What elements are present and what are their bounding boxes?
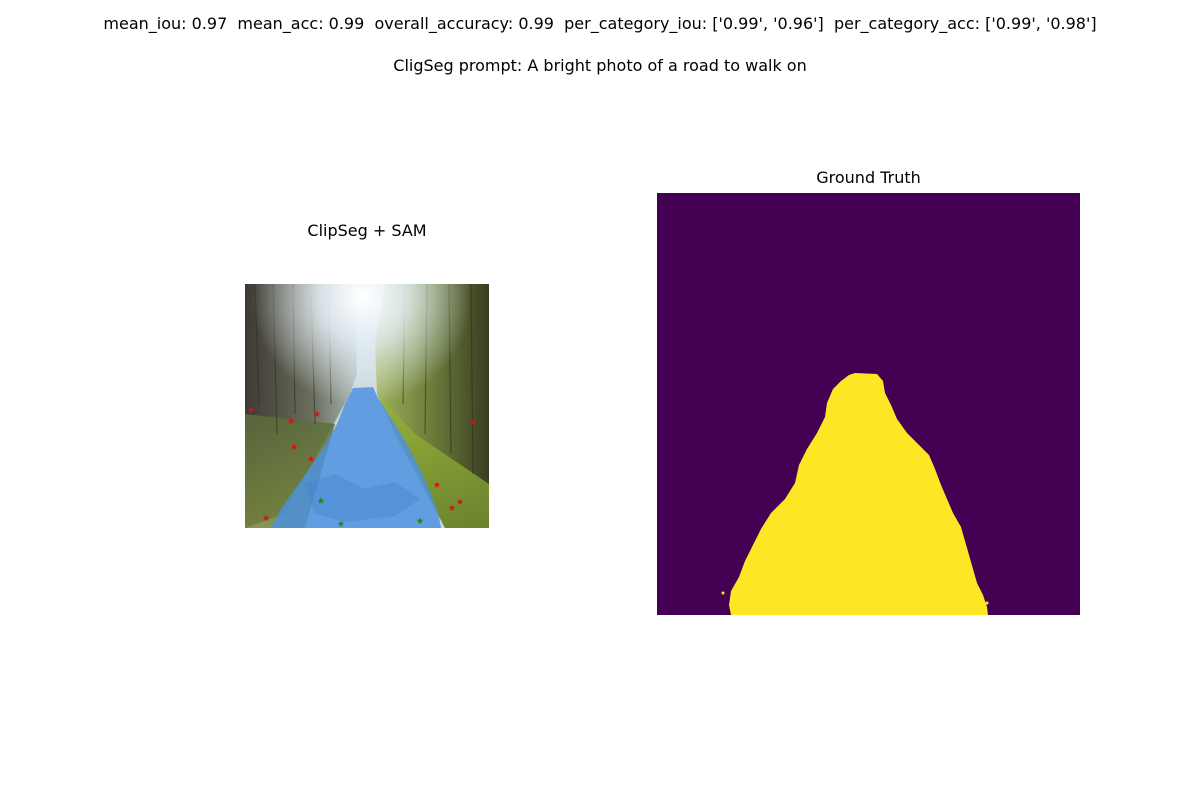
prompt-text: CligSeg prompt: A bright photo of a road… [393,56,807,75]
metrics-summary: mean_iou: 0.97 mean_acc: 0.99 overall_ac… [103,14,1097,33]
ground-truth-panel [657,193,1080,615]
clipseg-sam-image [245,284,489,528]
right-panel-title: Ground Truth [816,168,921,187]
left-panel-title: ClipSeg + SAM [307,221,427,240]
ground-truth-mask [657,193,1080,615]
clipseg-sam-panel [245,284,489,528]
